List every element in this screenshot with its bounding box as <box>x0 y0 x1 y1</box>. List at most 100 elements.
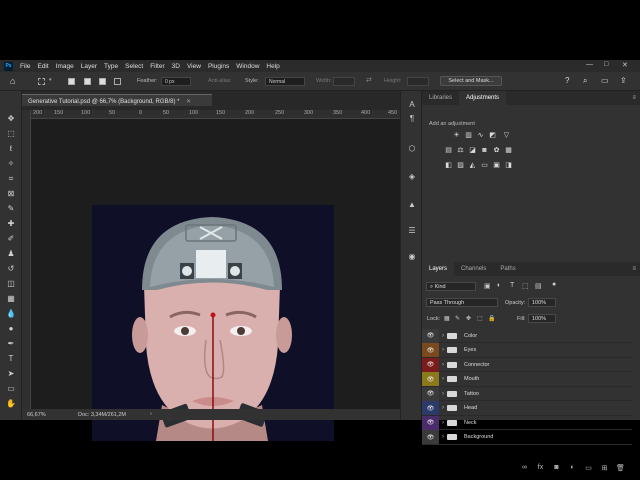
crop-tool-icon[interactable]: ⌗ <box>5 173 17 184</box>
lock-all-icon[interactable]: 🔒 <box>488 315 495 322</box>
layer-row[interactable]: 👁 › Neck <box>422 415 632 430</box>
expand-chevron-icon[interactable]: › <box>439 405 447 411</box>
expand-chevron-icon[interactable]: › <box>439 434 447 440</box>
marquee-tool-icon[interactable]: ⬚ <box>5 128 17 139</box>
eraser-tool-icon[interactable]: ◫ <box>5 278 17 289</box>
search-icon[interactable]: ⌕ <box>583 76 587 86</box>
menu-type[interactable]: Type <box>104 63 118 70</box>
visibility-eye-icon[interactable]: 👁 <box>422 357 439 372</box>
dodge-tool-icon[interactable]: ● <box>5 323 17 334</box>
visibility-eye-icon[interactable]: 👁 <box>422 386 439 401</box>
lock-position-icon[interactable]: ✥ <box>466 315 471 322</box>
kind-filter-select[interactable]: ⌕ Kind <box>426 282 476 291</box>
style-select[interactable]: Normal <box>265 77 305 86</box>
visibility-eye-icon[interactable]: 👁 <box>422 372 439 386</box>
width-input[interactable] <box>333 77 355 86</box>
visibility-eye-icon[interactable]: 👁 <box>422 430 439 444</box>
menu-edit[interactable]: Edit <box>37 63 48 70</box>
lasso-tool-icon[interactable]: ℓ <box>5 143 17 154</box>
layer-row[interactable]: 👁 › Tattoo <box>422 386 632 401</box>
link-layers-icon[interactable]: ∞ <box>520 463 529 472</box>
layer-row[interactable]: 👁 › Mouth <box>422 372 632 387</box>
posterize-icon[interactable]: ▨ <box>456 161 465 169</box>
menu-select[interactable]: Select <box>125 63 143 70</box>
vibrance-icon[interactable]: ▽ <box>502 131 511 139</box>
visibility-eye-icon[interactable]: 👁 <box>422 401 439 415</box>
invert-icon[interactable]: ◧ <box>444 161 453 169</box>
opacity-input[interactable]: 100% <box>528 298 556 307</box>
history-brush-tool-icon[interactable]: ↺ <box>5 263 17 274</box>
exposure-icon[interactable]: ◩ <box>488 131 497 139</box>
expand-chevron-icon[interactable]: › <box>439 333 447 339</box>
actions-icon[interactable]: ▲ <box>407 199 417 209</box>
status-menu-arrow[interactable]: › <box>150 411 152 417</box>
brush-tool-icon[interactable]: ✐ <box>5 233 17 244</box>
levels-icon[interactable]: ▥ <box>464 131 473 139</box>
artwork-image[interactable] <box>92 205 334 441</box>
fill-input[interactable]: 100% <box>528 314 556 323</box>
tab-paths[interactable]: Paths <box>493 262 522 276</box>
menu-filter[interactable]: Filter <box>150 63 164 70</box>
layer-row[interactable]: 👁 › Background <box>422 430 632 445</box>
3d-icon[interactable]: ⬡ <box>407 143 417 153</box>
black-white-icon[interactable]: ◪ <box>468 146 477 154</box>
expand-chevron-icon[interactable]: › <box>439 391 447 397</box>
add-mask-icon[interactable]: ◙ <box>552 463 561 472</box>
document-tab[interactable]: Generative Tutorial.psd @ 66,7% (Backgro… <box>22 94 212 106</box>
lock-artboard-icon[interactable]: ⬚ <box>477 315 483 322</box>
share-icon[interactable]: ⇪ <box>620 76 627 85</box>
panel-menu-icon[interactable]: ≡ <box>632 95 636 101</box>
new-adjustment-icon[interactable]: ◐ <box>568 463 577 472</box>
filter-pixel-icon[interactable]: ▣ <box>484 282 491 290</box>
shape-tool-icon[interactable]: ▭ <box>5 383 17 394</box>
layers-menu-icon[interactable]: ≡ <box>632 266 636 272</box>
tab-layers[interactable]: Layers <box>422 262 455 276</box>
frame-tool-icon[interactable]: ⊠ <box>5 188 17 199</box>
maximize-button[interactable]: □ <box>604 61 608 68</box>
gradient-map-icon[interactable]: ▭ <box>480 161 489 169</box>
menu-plugins[interactable]: Plugins <box>208 63 229 70</box>
visibility-eye-icon[interactable]: 👁 <box>422 328 439 343</box>
layer-row[interactable]: 👁 › Connector <box>422 357 632 372</box>
solid-fill-icon[interactable]: ◨ <box>504 161 513 169</box>
expand-chevron-icon[interactable]: › <box>439 347 447 353</box>
close-button[interactable]: ✕ <box>622 61 628 69</box>
clone-stamp-tool-icon[interactable]: ♟ <box>5 248 17 259</box>
expand-chevron-icon[interactable]: › <box>439 362 447 368</box>
type-tool-icon[interactable]: T <box>5 353 17 364</box>
tab-adjustments[interactable]: Adjustments <box>459 91 507 105</box>
chevron-down-icon[interactable]: ▾ <box>49 77 52 83</box>
gradient-tool-icon[interactable]: ▦ <box>5 293 17 304</box>
channel-mixer-icon[interactable]: ✿ <box>492 146 501 154</box>
paragraph-icon[interactable]: ¶ <box>407 113 417 123</box>
threshold-icon[interactable]: ◭ <box>468 161 477 169</box>
color-balance-icon[interactable]: ⚖ <box>456 146 465 154</box>
eyedropper-tool-icon[interactable]: ✎ <box>5 203 17 214</box>
feather-input[interactable]: 0 px <box>161 77 191 86</box>
antialias-checkbox[interactable]: Anti-alias <box>208 78 231 84</box>
navigator-icon[interactable]: ◈ <box>407 171 417 181</box>
path-selection-tool-icon[interactable]: ➤ <box>5 368 17 379</box>
tab-channels[interactable]: Channels <box>454 262 493 276</box>
expand-chevron-icon[interactable]: › <box>439 376 447 382</box>
blend-mode-select[interactable]: Pass Through <box>426 298 498 307</box>
close-tab-icon[interactable]: ✕ <box>186 99 191 105</box>
help-icon[interactable]: ? <box>565 76 569 85</box>
filter-adjustment-icon[interactable]: ◐ <box>497 282 501 289</box>
tab-libraries[interactable]: Libraries <box>422 91 459 105</box>
hand-tool-icon[interactable]: ✋ <box>5 398 17 409</box>
visibility-eye-icon[interactable]: 👁 <box>422 343 439 357</box>
character-icon[interactable]: A <box>407 99 417 109</box>
move-tool-icon[interactable]: ✥ <box>5 113 17 124</box>
select-and-mask-button[interactable]: Select and Mask... <box>440 76 502 86</box>
workspace-icon[interactable]: ▭ <box>601 76 609 85</box>
layer-row[interactable]: 👁 › Head <box>422 401 632 416</box>
new-selection-icon[interactable] <box>68 78 75 85</box>
photo-filter-icon[interactable]: ◙ <box>480 146 489 154</box>
minimize-button[interactable]: — <box>586 61 593 68</box>
menu-file[interactable]: File <box>20 63 30 70</box>
color-lookup-icon[interactable]: ▦ <box>504 146 513 154</box>
expand-chevron-icon[interactable]: › <box>439 420 447 426</box>
menu-window[interactable]: Window <box>236 63 259 70</box>
curves-icon[interactable]: ∿ <box>476 131 485 139</box>
